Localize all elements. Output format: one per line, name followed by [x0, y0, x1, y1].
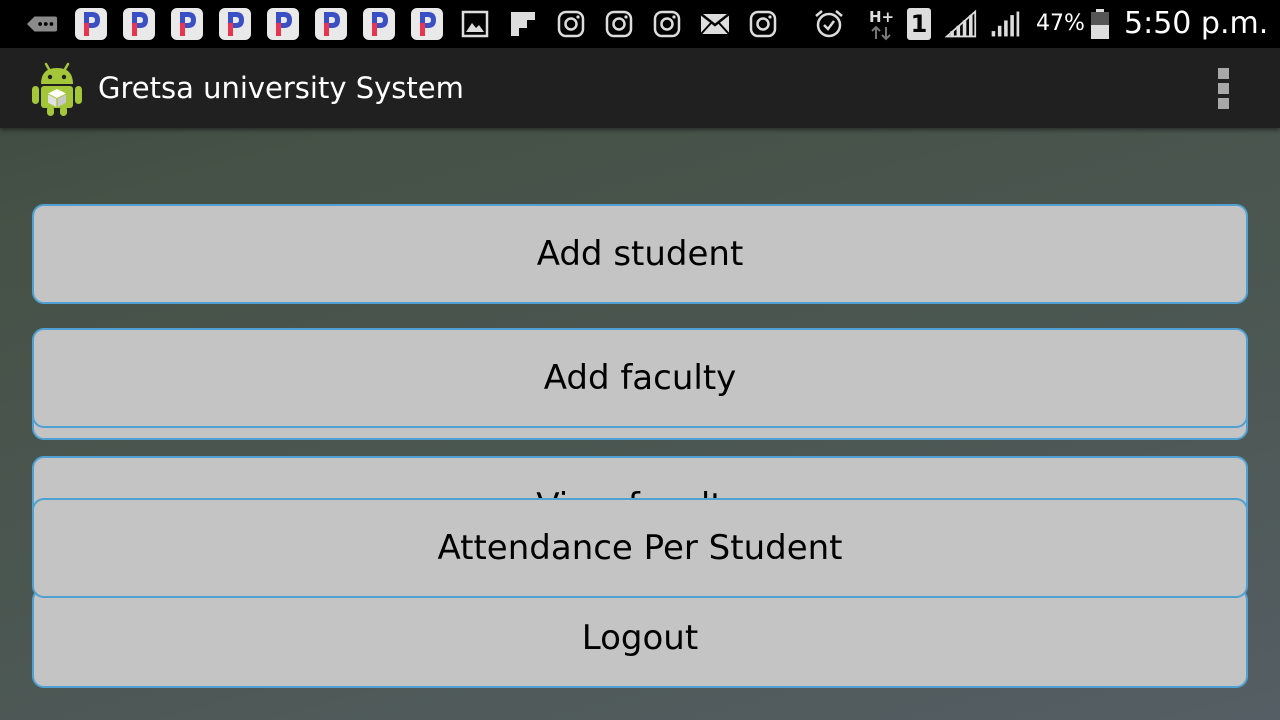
p-app-notification-icon [171, 8, 203, 40]
signal-icon [989, 8, 1021, 40]
email-icon [699, 8, 731, 40]
network-type-icon: H+ [866, 8, 898, 41]
status-bar: H+ 1 47% 5:50 p.m. [0, 0, 1280, 48]
signal-icon [945, 8, 977, 40]
instagram-icon [555, 8, 587, 40]
attendance-per-student-button[interactable]: Attendance Per Student [32, 498, 1248, 598]
p-app-notification-icon [123, 8, 155, 40]
notification-overflow-icon [26, 8, 58, 40]
overflow-menu-icon[interactable] [1204, 66, 1244, 110]
alarm-icon [813, 8, 845, 40]
p-app-notification-icon [75, 8, 107, 40]
battery-percent: 47% [1036, 11, 1085, 36]
add-student-button[interactable]: Add student [32, 204, 1248, 304]
p-app-notification-icon [315, 8, 347, 40]
network-type-label: H+ [869, 8, 894, 26]
sim-slot-label: 1 [910, 10, 928, 38]
android-robot-icon [30, 58, 84, 118]
add-faculty-button[interactable]: Add faculty [32, 328, 1248, 428]
p-app-notification-icon [219, 8, 251, 40]
sim-slot-icon: 1 [903, 8, 935, 40]
instagram-icon [747, 8, 779, 40]
action-bar: Gretsa university System [0, 48, 1280, 128]
p-app-notification-icon [267, 8, 299, 40]
logout-button[interactable]: Logout [32, 588, 1248, 688]
battery-icon [1084, 8, 1116, 40]
p-app-notification-icon [411, 8, 443, 40]
flipboard-icon [507, 8, 539, 40]
instagram-icon [603, 8, 635, 40]
p-app-notification-icon [363, 8, 395, 40]
status-time: 5:50 p.m. [1124, 6, 1269, 41]
gallery-icon [459, 8, 491, 40]
instagram-icon [651, 8, 683, 40]
app-title: Gretsa university System [98, 71, 464, 105]
